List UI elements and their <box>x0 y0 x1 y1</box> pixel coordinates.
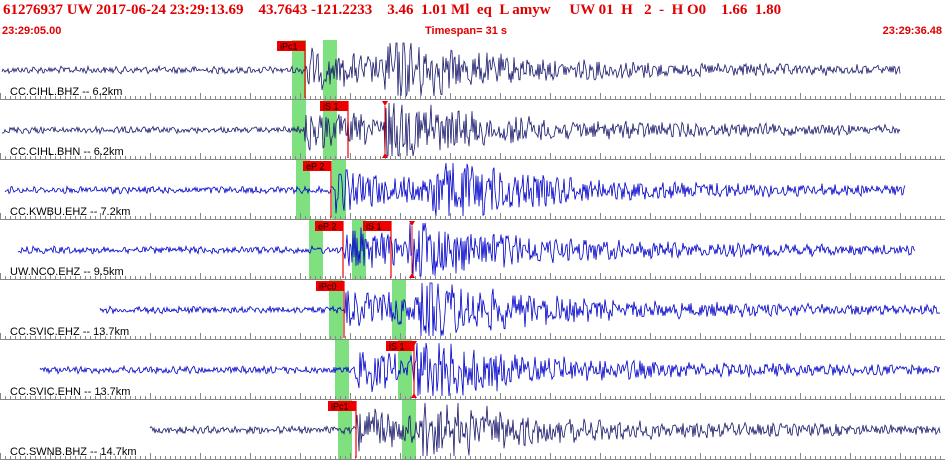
arrival-marker-bottom <box>409 273 415 278</box>
pick-label: iS 1 <box>389 342 405 352</box>
station-label: CC.SVIC.EHZ -- 13.7km <box>10 326 129 338</box>
timespan-label: Timespan= 31 s <box>425 25 508 37</box>
pick-label: iPc0 <box>319 282 337 292</box>
trace-row[interactable]: iPc1 CC.CIHL.BHZ -- 6.2km <box>0 40 945 100</box>
waveform-trace <box>17 222 916 277</box>
seismogram-panel[interactable]: iPc1 CC.CIHL.BHZ -- 6.2km iS 1 CC.CIHL.BHN … <box>0 40 945 460</box>
trace-row[interactable]: eP 2 CC.KWBU.EHZ -- 7.2km <box>0 160 945 220</box>
phase-pick[interactable]: iS 1 <box>363 221 392 278</box>
end-time-label: 23:29:36.48 <box>882 25 942 37</box>
station-label: UW.NCO.EHZ -- 9.5km <box>10 266 124 278</box>
station-label: CC.KWBU.EHZ -- 7.2km <box>10 206 130 218</box>
pick-window[interactable] <box>402 400 416 460</box>
station-label: CC.SVIC.EHN -- 13.7km <box>10 386 130 398</box>
event-summary-line: 61276937 UW 2017-06-24 23:29:13.69 43.76… <box>3 2 782 18</box>
waveform-trace <box>1 102 901 157</box>
trace-row[interactable]: iPc1 CC.SWNB.BHZ -- 14.7km <box>0 400 945 460</box>
trace-row[interactable]: iS 1 CC.CIHL.BHN -- 6.2km <box>0 100 945 160</box>
waveform-trace <box>1 42 901 98</box>
station-label: CC.CIHL.BHN -- 6.2km <box>10 146 124 158</box>
pick-label: eP 2 <box>306 162 324 172</box>
pick-window[interactable] <box>332 160 346 220</box>
pick-label: iPc1 <box>331 402 349 412</box>
start-time-label: 23:29:05.00 <box>2 25 62 37</box>
waveform-trace <box>39 342 941 397</box>
pick-label: eP 2 <box>318 222 336 232</box>
waveform-trace <box>99 282 941 337</box>
pick-label: iS 1 <box>323 102 339 112</box>
station-label: CC.CIHL.BHZ -- 6.2km <box>10 86 122 98</box>
trace-row[interactable]: iPc0 CC.SVIC.EHZ -- 13.7km <box>0 280 945 340</box>
event-header: 61276937 UW 2017-06-24 23:29:13.69 43.76… <box>0 0 945 40</box>
trace-row[interactable]: eP 2 iS 1 UW.NCO.EHZ -- 9.5km <box>0 220 945 280</box>
pick-label: iPc1 <box>280 42 298 52</box>
arrival-marker-top <box>382 101 388 106</box>
pick-window[interactable] <box>392 280 406 340</box>
pick-label: iS 1 <box>366 222 382 232</box>
waveform-trace <box>4 162 906 217</box>
trace-row[interactable]: iS 1 CC.SVIC.EHN -- 13.7km <box>0 340 945 400</box>
station-label: CC.SWNB.BHZ -- 14.7km <box>10 446 137 458</box>
waveform-trace <box>149 402 941 457</box>
